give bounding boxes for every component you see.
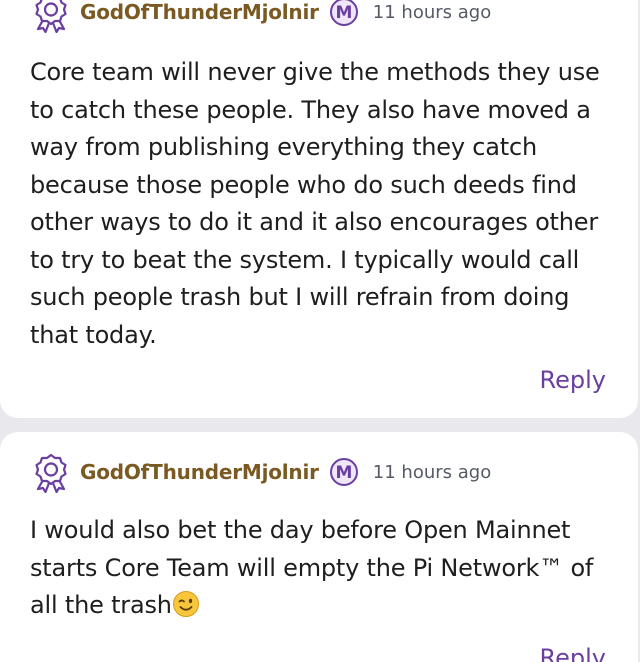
award-ribbon-icon [30, 0, 72, 34]
moderator-badge-icon: M [329, 457, 359, 487]
winking-face-emoji-icon [172, 590, 200, 618]
comment-feed: GodOfThunderMjolnir M 11 hours ago Core … [0, 0, 640, 662]
comment-timestamp: 11 hours ago [372, 461, 492, 483]
moderator-badge-letter: M [335, 3, 352, 23]
moderator-badge-icon: M [329, 0, 359, 27]
comment-header: GodOfThunderMjolnir M 11 hours ago [30, 451, 492, 494]
comment-card: GodOfThunderMjolnir M 11 hours ago I wou… [0, 432, 638, 662]
reply-button[interactable]: Reply [540, 644, 606, 662]
award-ribbon-icon [30, 451, 72, 494]
moderator-badge-letter: M [335, 463, 352, 483]
comment-header: GodOfThunderMjolnir M 11 hours ago [30, 0, 492, 34]
comment-text: I would also bet the day before Open Mai… [30, 516, 594, 619]
comment-text-container: I would also bet the day before Open Mai… [30, 512, 620, 625]
reply-button[interactable]: Reply [540, 366, 606, 394]
comment-card: GodOfThunderMjolnir M 11 hours ago Core … [0, 0, 638, 418]
comment-username[interactable]: GodOfThunderMjolnir [80, 460, 319, 484]
comment-text: Core team will never give the methods th… [30, 58, 600, 349]
comment-timestamp: 11 hours ago [372, 1, 492, 23]
comment-username[interactable]: GodOfThunderMjolnir [80, 0, 319, 24]
